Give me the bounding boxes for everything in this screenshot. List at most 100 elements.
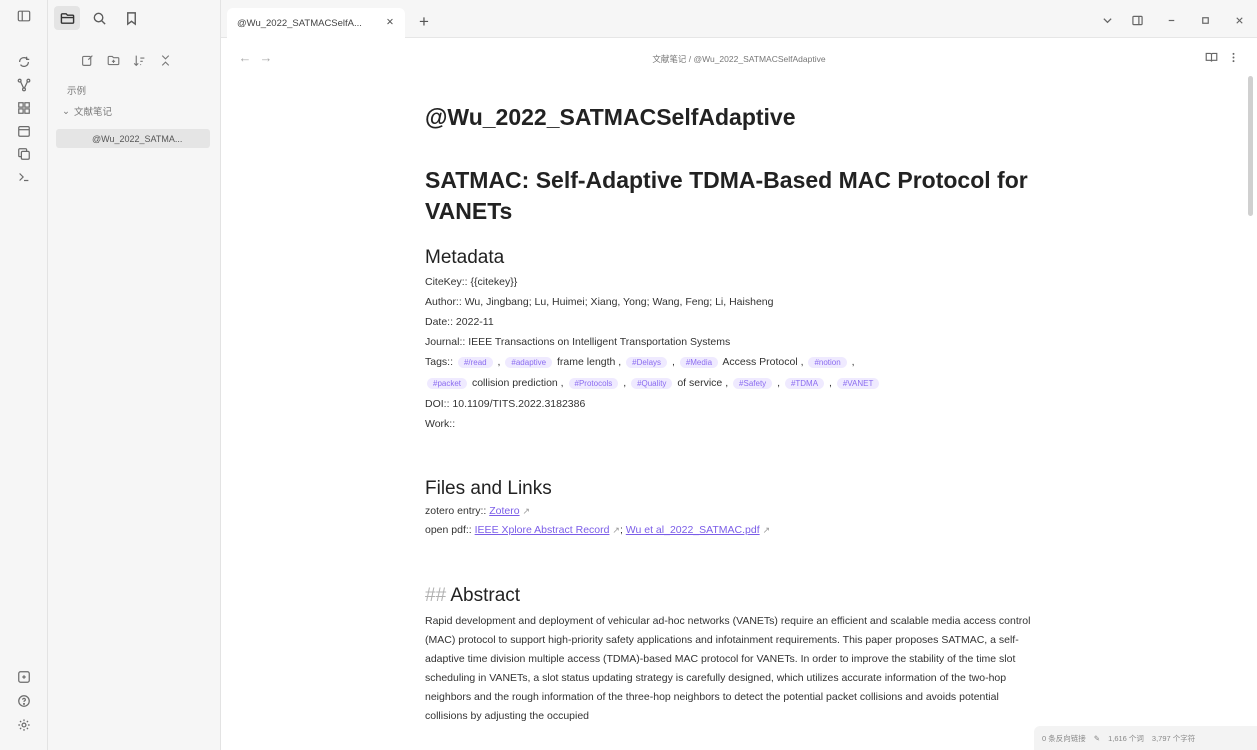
tag-trailing-text: , — [494, 356, 504, 368]
tag-pill[interactable]: #adaptive — [505, 357, 553, 368]
sidebar-tab-bar — [48, 6, 221, 34]
word-count: 1,616 个词 — [1108, 733, 1144, 743]
app-window: 示例 ⌄ 文献笔记 @Wu_2022_SATMA... @Wu_2022_SAT… — [0, 0, 1257, 750]
external-link-icon: ↗ — [522, 506, 531, 516]
tag-trailing-text: , — [669, 356, 678, 368]
breadcrumb[interactable]: 文献笔记 / @Wu_2022_SATMACSelfAdaptive — [221, 53, 1257, 65]
file-actions — [48, 49, 221, 71]
open-switcher-icon[interactable] — [14, 52, 34, 72]
sidebar-item-label: 文献笔记 — [73, 107, 112, 118]
tags-line-2: #packet collision prediction , #Protocol… — [425, 377, 881, 389]
tag-trailing-text: Access Protocol , — [720, 356, 807, 368]
doi-line: DOI:: 10.1109/TITS.2022.3182386 — [425, 398, 586, 410]
sidebar-toggle-icon[interactable] — [14, 6, 34, 26]
tag-pill[interactable]: #packet — [427, 378, 468, 389]
date-line: Date:: 2022-11 — [425, 316, 494, 328]
chevron-down-icon: ⌄ — [62, 105, 70, 117]
new-note-icon[interactable] — [76, 49, 98, 71]
search-tab-search-icon[interactable] — [86, 6, 112, 30]
backlinks-count[interactable]: 0 条反向链接 — [1042, 733, 1086, 744]
zotero-line: zotero entry:: Zotero ↗ — [425, 505, 530, 517]
minimize-icon[interactable] — [1159, 10, 1183, 30]
scrollbar[interactable] — [1248, 76, 1253, 216]
file-explorer-sidebar: 示例 ⌄ 文献笔记 @Wu_2022_SATMA... — [48, 0, 221, 750]
tab-active-note[interactable]: @Wu_2022_SATMACSelfA... ✕ — [227, 8, 405, 38]
pdf-file-link[interactable]: Wu et al_2022_SATMAC.pdf — [626, 524, 760, 536]
settings-icon[interactable] — [14, 715, 34, 735]
tab-title: @Wu_2022_SATMACSelfA... — [237, 17, 362, 29]
copy-icon[interactable] — [14, 144, 34, 164]
help-icon[interactable] — [14, 691, 34, 711]
char-count: 3,797 个字符 — [1151, 733, 1196, 743]
tag-trailing-text: , — [620, 377, 630, 389]
view-header: ← → 文献笔记 / @Wu_2022_SATMACSelfAdaptive — [221, 38, 1257, 76]
tab-bar: @Wu_2022_SATMACSelfA... ✕ + — [221, 0, 1257, 38]
reading-view-icon[interactable] — [1202, 48, 1220, 66]
graph-view-icon[interactable] — [14, 75, 34, 95]
maximize-icon[interactable] — [1193, 10, 1217, 30]
files-links-heading: Files and Links — [425, 478, 552, 499]
canvas-icon[interactable] — [14, 98, 34, 118]
abstract-heading-text: Abstract — [450, 585, 521, 606]
tag-trailing-text: frame length , — [554, 356, 625, 368]
tag-pill[interactable]: #Delays — [626, 357, 668, 368]
pdf-line: open pdf:: IEEE Xplore Abstract Record ↗… — [425, 524, 770, 536]
external-link-icon: ↗ — [612, 525, 620, 535]
tag-pill[interactable]: #Safety — [733, 378, 773, 389]
tag-pill[interactable]: #VANET — [836, 378, 880, 389]
page-title: @Wu_2022_SATMACSelfAdaptive — [425, 104, 796, 130]
edit-pencil-icon[interactable]: ✎ — [1094, 734, 1100, 743]
tag-trailing-text: collision prediction , — [469, 377, 567, 389]
more-options-icon[interactable] — [1224, 48, 1242, 66]
paper-title: SATMAC: Self-Adaptive TDMA-Based MAC Pro… — [425, 167, 1028, 224]
tags-line-1: Tags:: #/read , #adaptive frame length ,… — [425, 356, 855, 368]
work-line: Work:: — [425, 418, 456, 430]
journal-line: Journal:: IEEE Transactions on Intellige… — [425, 336, 731, 348]
tags-label: Tags:: — [425, 356, 454, 368]
pdf-separator: ; — [619, 524, 623, 536]
sidebar-file-active[interactable]: @Wu_2022_SATMA... — [56, 129, 210, 148]
tag-pill[interactable]: #TDMA — [784, 378, 825, 389]
new-folder-icon[interactable] — [102, 49, 124, 71]
sidebar-item-label: 示例 — [67, 86, 87, 97]
tag-trailing-text: , — [774, 377, 783, 389]
tag-pill[interactable]: #Quality — [631, 378, 673, 389]
calendar-icon[interactable] — [14, 121, 34, 141]
tags-group-1: #/read , #adaptive frame length , #Delay… — [456, 356, 855, 368]
tag-pill[interactable]: #notion — [808, 357, 847, 368]
tag-pill[interactable]: #/read — [457, 357, 493, 368]
sidebar-item-label: @Wu_2022_SATMA... — [92, 133, 183, 144]
tags-group-2: #packet collision prediction , #Protocol… — [425, 377, 881, 389]
tag-trailing-text: , — [826, 377, 835, 389]
sidebar-folder-literature-notes[interactable]: ⌄ 文献笔记 — [62, 104, 112, 119]
pdf-label: open pdf:: — [425, 524, 472, 536]
citekey-line: CiteKey:: {{citekey}} — [425, 276, 518, 288]
files-tab-folder-icon[interactable] — [54, 6, 80, 30]
abstract-heading: ## Abstract — [425, 585, 520, 607]
collapse-all-icon[interactable] — [154, 49, 176, 71]
close-icon[interactable]: ✕ — [383, 15, 397, 29]
tag-pill[interactable]: #Protocols — [568, 378, 619, 389]
right-sidebar-toggle-icon[interactable] — [1125, 10, 1149, 30]
metadata-heading: Metadata — [425, 247, 505, 268]
chevron-down-icon[interactable] — [1095, 10, 1119, 30]
tag-trailing-text: , — [848, 356, 855, 368]
ieee-record-link[interactable]: IEEE Xplore Abstract Record — [475, 524, 610, 536]
abstract-text: Rapid development and deployment of vehi… — [425, 615, 1031, 722]
bookmarks-tab-bookmark-icon[interactable] — [118, 6, 144, 30]
sidebar-item-examples[interactable]: 示例 — [67, 83, 86, 97]
tag-pill[interactable]: #Media — [679, 357, 719, 368]
new-tab-button[interactable]: + — [414, 12, 434, 32]
heading-markdown-marker: ## — [425, 585, 447, 606]
tag-trailing-text: of service , — [674, 377, 732, 389]
ribbon — [0, 0, 48, 750]
sort-icon[interactable] — [128, 49, 150, 71]
zotero-link[interactable]: Zotero — [489, 505, 519, 517]
author-line: Author:: Wu, Jingbang; Lu, Huimei; Xiang… — [425, 296, 774, 308]
vault-switch-icon[interactable] — [14, 667, 34, 687]
terminal-icon[interactable] — [14, 167, 34, 187]
window-close-icon[interactable] — [1227, 10, 1251, 30]
zotero-label: zotero entry:: — [425, 505, 487, 517]
external-link-icon: ↗ — [762, 525, 771, 535]
status-bar: 0 条反向链接 ✎ 1,616 个词 3,797 个字符 — [1034, 726, 1257, 750]
